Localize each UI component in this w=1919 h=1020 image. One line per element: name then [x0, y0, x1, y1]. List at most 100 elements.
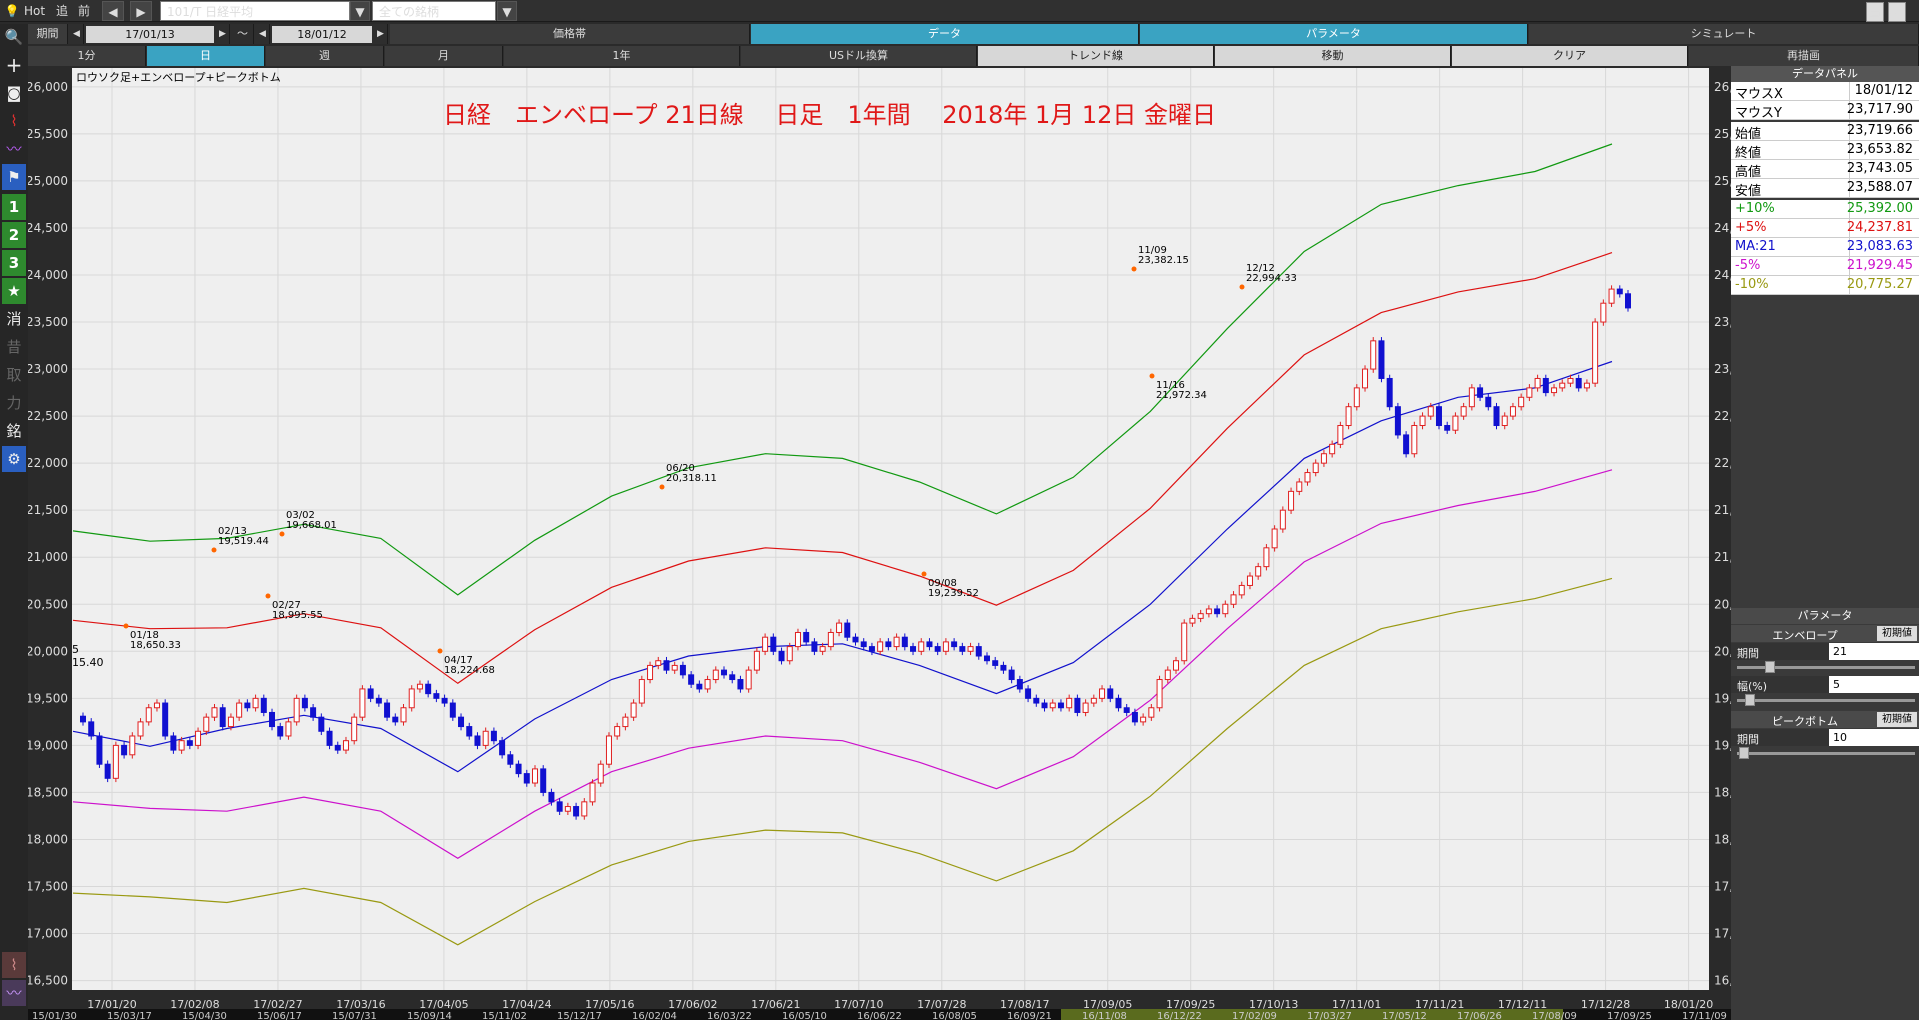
candle-body: [1509, 406, 1516, 417]
filter-field[interactable]: 全ての銘柄: [372, 1, 496, 21]
envelope-header: エンベロープ 初期値: [1731, 625, 1919, 642]
annotation-value: 21,972.34: [1156, 390, 1207, 401]
chart-small-icon[interactable]: ⌇: [2, 952, 26, 978]
forward-arrow-icon[interactable]: ▶: [130, 1, 152, 21]
pb-period-slider[interactable]: [1737, 747, 1915, 759]
close-icon[interactable]: ✕: [1888, 2, 1906, 22]
tab-simulate[interactable]: シミュレート: [1529, 24, 1919, 44]
move-button[interactable]: 移動: [1215, 46, 1451, 66]
candle-body: [515, 763, 522, 775]
camera-icon[interactable]: ◙: [2, 80, 26, 106]
tilde-label: ～: [232, 24, 254, 44]
envelope-width-slider[interactable]: [1737, 694, 1915, 706]
candle-body: [1616, 288, 1623, 295]
from-right-icon[interactable]: ▶: [216, 24, 230, 44]
candle-body: [1189, 617, 1196, 624]
date-from-field[interactable]: 17/01/13: [86, 26, 214, 43]
candle-body: [425, 683, 432, 695]
candle-body: [630, 702, 637, 718]
tab-price-band[interactable]: 価格帯: [390, 24, 750, 44]
candle-body: [721, 669, 728, 676]
tab-data[interactable]: データ: [751, 24, 1139, 44]
overview-axis[interactable]: 15/01/30 15/03/17 15/04/30 15/06/17 15/07/31…: [28, 1009, 1731, 1020]
tab-parameter[interactable]: パラメータ: [1140, 24, 1528, 44]
envelope-reset-button[interactable]: 初期値: [1877, 626, 1917, 641]
trendline-button[interactable]: トレンド線: [978, 46, 1214, 66]
overview-tick-label: 17/08/09: [1532, 1011, 1577, 1020]
minimize-icon[interactable]: ▭: [1866, 2, 1884, 22]
hot-button[interactable]: Hot: [24, 1, 45, 21]
flag-icon[interactable]: ⚑: [2, 164, 26, 190]
candle-body: [474, 735, 481, 746]
envelope-period-input[interactable]: 21: [1829, 643, 1919, 660]
tf-week[interactable]: 週: [266, 46, 384, 66]
from-left-icon[interactable]: ◀: [70, 24, 84, 44]
usd-convert-button[interactable]: USドル換算: [741, 46, 977, 66]
envelope-width-input[interactable]: 5: [1829, 676, 1919, 693]
y-tick-label-right: 18,000: [1714, 832, 1731, 846]
candle-body: [671, 664, 678, 671]
erase-button[interactable]: 消: [2, 306, 26, 332]
preset-2-button[interactable]: 2: [2, 222, 26, 248]
chart-icon[interactable]: ⌇: [2, 108, 26, 134]
symbol-field[interactable]: 101/T 日経平均: [160, 1, 350, 21]
date-to-field[interactable]: 18/01/12: [272, 26, 372, 43]
filter-dropdown-icon[interactable]: ▼: [497, 1, 517, 21]
envelope-period-slider[interactable]: [1737, 661, 1915, 673]
y-tick-label: 21,000: [28, 550, 68, 564]
tf-1min[interactable]: 1分: [28, 46, 146, 66]
trade-button[interactable]: 取: [2, 362, 26, 388]
candle-body: [112, 744, 119, 779]
tf-day[interactable]: 日: [147, 46, 265, 66]
candle-body: [942, 641, 949, 652]
candle-body: [1312, 462, 1319, 474]
preset-3-button[interactable]: 3: [2, 250, 26, 276]
back-arrow-icon[interactable]: ◀: [102, 1, 124, 21]
partial-label: 5: [72, 643, 79, 656]
line-chart-icon[interactable]: 〰: [2, 136, 26, 162]
candle-body: [1394, 406, 1401, 436]
timeframe-row: 1分 日 週 月 1年 USドル換算 トレンド線 移動 クリア 再描画: [28, 46, 1919, 66]
clear-button[interactable]: クリア: [1452, 46, 1688, 66]
redraw-button[interactable]: 再描画: [1689, 46, 1919, 66]
candle-body: [1033, 697, 1040, 704]
add-button[interactable]: 追: [56, 1, 68, 21]
star-icon[interactable]: ★: [2, 278, 26, 304]
gear-icon[interactable]: ⚙: [2, 446, 26, 472]
period-label: 期間: [28, 24, 68, 44]
y-tick-label-right: 20,500: [1714, 597, 1731, 611]
candle-body: [1288, 490, 1295, 511]
line-small-icon[interactable]: 〰: [2, 980, 26, 1006]
stock-button[interactable]: 銘: [2, 418, 26, 444]
candle-body: [1542, 377, 1549, 394]
history-button[interactable]: 昔: [2, 334, 26, 360]
symbol-dropdown-icon[interactable]: ▼: [350, 1, 370, 21]
candle-body: [1246, 575, 1253, 586]
peak-bottom-reset-button[interactable]: 初期値: [1877, 712, 1917, 727]
overview-tick-label: 17/02/09: [1232, 1011, 1277, 1020]
tf-1year[interactable]: 1年: [504, 46, 740, 66]
candle-body: [342, 740, 349, 751]
candle-body: [1353, 387, 1360, 408]
to-right-icon[interactable]: ▶: [374, 24, 388, 44]
data-row-key: 高値: [1735, 165, 1762, 180]
price-chart[interactable]: 16,500 17,000 17,500 18,000 18,500 19,000 19,5…: [28, 66, 1731, 1020]
data-row: +5% 24,237.81: [1731, 219, 1919, 238]
data-row: MA:21 23,083.63: [1731, 238, 1919, 257]
prev-label[interactable]: 前: [78, 1, 90, 21]
preset-1-button[interactable]: 1: [2, 194, 26, 220]
pb-period-input[interactable]: 10: [1829, 729, 1919, 746]
magnifier-icon[interactable]: 🔍: [2, 24, 26, 50]
power-button[interactable]: 力: [2, 390, 26, 416]
candle-body: [951, 641, 958, 648]
crosshair-icon[interactable]: +: [2, 52, 26, 78]
candle-body: [523, 773, 530, 784]
bulb-icon[interactable]: 💡: [3, 1, 21, 21]
candle-body: [819, 646, 826, 652]
candle-body: [1090, 697, 1097, 704]
tf-month[interactable]: 月: [385, 46, 503, 66]
candle-body: [934, 646, 941, 652]
to-left-icon[interactable]: ◀: [256, 24, 270, 44]
candle-body: [852, 636, 859, 643]
overview-tick-label: 15/07/31: [332, 1011, 377, 1020]
